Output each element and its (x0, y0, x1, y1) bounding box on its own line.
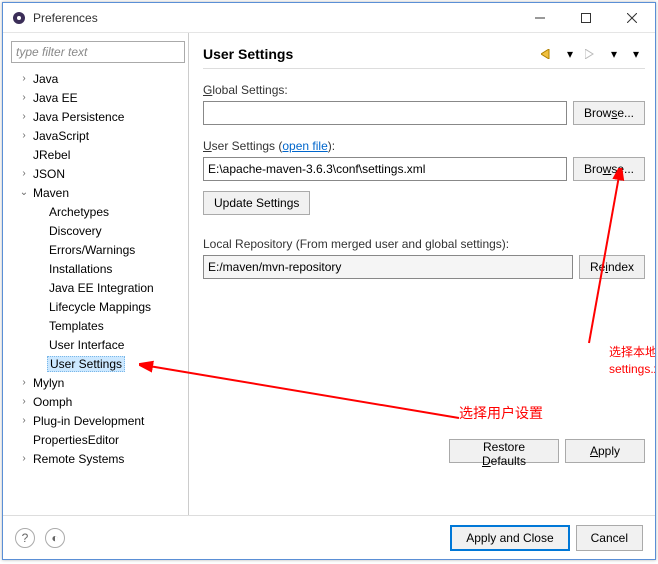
tree-item[interactable]: User Interface (11, 335, 184, 354)
close-button[interactable] (609, 3, 655, 33)
maximize-button[interactable] (563, 3, 609, 33)
app-icon (11, 10, 27, 26)
annotation-text-2: 选择本地maven下载路径中的 settings.xml文件 (609, 343, 655, 377)
tree-item-label: JSON (31, 167, 67, 181)
user-settings-input[interactable] (203, 157, 567, 181)
expand-arrow-icon[interactable]: › (17, 396, 31, 407)
cancel-button[interactable]: Cancel (576, 525, 643, 551)
view-menu-icon[interactable]: ▾ (627, 45, 645, 63)
expand-arrow-icon[interactable]: › (17, 168, 31, 179)
expand-arrow-icon[interactable]: › (17, 92, 31, 103)
expand-arrow-icon[interactable]: › (17, 130, 31, 141)
tree-item[interactable]: JRebel (11, 145, 184, 164)
tree-item[interactable]: ›Java (11, 69, 184, 88)
tree-item-label: Oomph (31, 395, 74, 409)
tree-item-label: Java EE Integration (47, 281, 156, 295)
tree-item-label: Templates (47, 319, 106, 333)
tree-item[interactable]: Discovery (11, 221, 184, 240)
tree-item-label: Installations (47, 262, 114, 276)
back-icon[interactable] (539, 45, 557, 63)
content-panel: User Settings ▾ ▾ ▾ Global Settings: Bro… (189, 33, 655, 515)
annotation-arrow-1 (139, 358, 479, 448)
forward-icon[interactable] (583, 45, 601, 63)
apply-button[interactable]: Apply (565, 439, 645, 463)
back-menu-icon[interactable]: ▾ (561, 45, 579, 63)
footer: ? ◐ Apply and Close Cancel (3, 515, 655, 559)
user-settings-label: User Settings (open file): (203, 139, 645, 153)
tree-item-label: Archetypes (47, 205, 111, 219)
content-header: User Settings ▾ ▾ ▾ (203, 39, 645, 69)
expand-arrow-icon[interactable]: ⌄ (17, 187, 31, 198)
tree-item-label: JRebel (31, 148, 72, 162)
window-title: Preferences (33, 11, 517, 25)
tree-item-label: Lifecycle Mappings (47, 300, 153, 314)
expand-arrow-icon[interactable]: › (17, 377, 31, 388)
browse-user-button[interactable]: Browse... (573, 157, 645, 181)
minimize-button[interactable] (517, 3, 563, 33)
annotation-text-1: 选择用户设置 (459, 403, 543, 423)
tree-item[interactable]: ›JavaScript (11, 126, 184, 145)
tree-item-label: Java (31, 72, 60, 86)
tree-item[interactable]: Lifecycle Mappings (11, 297, 184, 316)
tree-item[interactable]: User Settings (11, 354, 184, 373)
window-controls (517, 3, 655, 33)
preferences-window: Preferences ›Java›Java EE›Java Persisten… (2, 2, 656, 560)
window-body: ›Java›Java EE›Java Persistence›JavaScrip… (3, 33, 655, 515)
tree-item-label: Maven (31, 186, 71, 200)
titlebar: Preferences (3, 3, 655, 33)
tree-item[interactable]: ›Java Persistence (11, 107, 184, 126)
tree-item-label: Plug-in Development (31, 414, 146, 428)
restore-defaults-button[interactable]: Restore Defaults (449, 439, 559, 463)
expand-arrow-icon[interactable]: › (17, 111, 31, 122)
update-settings-button[interactable]: Update Settings (203, 191, 310, 215)
tree-item[interactable]: ›Remote Systems (11, 449, 184, 468)
tree-item[interactable]: Java EE Integration (11, 278, 184, 297)
reindex-button[interactable]: Reindex (579, 255, 645, 279)
tree-item-label: Java EE (31, 91, 80, 105)
tree-item[interactable]: ⌄Maven (11, 183, 184, 202)
page-title: User Settings (203, 46, 539, 62)
local-repo-input[interactable] (203, 255, 573, 279)
tree-item[interactable]: ›Mylyn (11, 373, 184, 392)
tree-item-label: User Settings (47, 356, 125, 372)
tree-item[interactable]: Templates (11, 316, 184, 335)
help-icon[interactable]: ? (15, 528, 35, 548)
tree-item-label: PropertiesEditor (31, 433, 121, 447)
expand-arrow-icon[interactable]: › (17, 415, 31, 426)
sidebar: ›Java›Java EE›Java Persistence›JavaScrip… (3, 33, 189, 515)
tree-item[interactable]: ›JSON (11, 164, 184, 183)
nav-icons: ▾ ▾ ▾ (539, 45, 645, 63)
tree-item-label: Mylyn (31, 376, 66, 390)
forward-menu-icon[interactable]: ▾ (605, 45, 623, 63)
global-settings-label: Global Settings: (203, 83, 645, 97)
browse-global-button[interactable]: Browse... (573, 101, 645, 125)
expand-arrow-icon[interactable]: › (17, 73, 31, 84)
tree-item[interactable]: PropertiesEditor (11, 430, 184, 449)
tree-item-label: Errors/Warnings (47, 243, 137, 257)
apply-and-close-button[interactable]: Apply and Close (450, 525, 569, 551)
tree-item[interactable]: Installations (11, 259, 184, 278)
expand-arrow-icon[interactable]: › (17, 453, 31, 464)
tree-item[interactable]: ›Oomph (11, 392, 184, 411)
global-settings-input[interactable] (203, 101, 567, 125)
tree-item-label: Java Persistence (31, 110, 126, 124)
tree-item-label: JavaScript (31, 129, 91, 143)
tree-item[interactable]: ›Plug-in Development (11, 411, 184, 430)
tree-item-label: Remote Systems (31, 452, 126, 466)
tree-item[interactable]: Archetypes (11, 202, 184, 221)
tree-item-label: User Interface (47, 338, 126, 352)
tree-item-label: Discovery (47, 224, 104, 238)
open-file-link[interactable]: open file (282, 139, 327, 153)
tree-item[interactable]: ›Java EE (11, 88, 184, 107)
progress-icon[interactable]: ◐ (45, 528, 65, 548)
filter-input[interactable] (11, 41, 185, 63)
preferences-tree[interactable]: ›Java›Java EE›Java Persistence›JavaScrip… (7, 69, 184, 509)
local-repo-label: Local Repository (From merged user and g… (203, 237, 645, 251)
tree-item[interactable]: Errors/Warnings (11, 240, 184, 259)
